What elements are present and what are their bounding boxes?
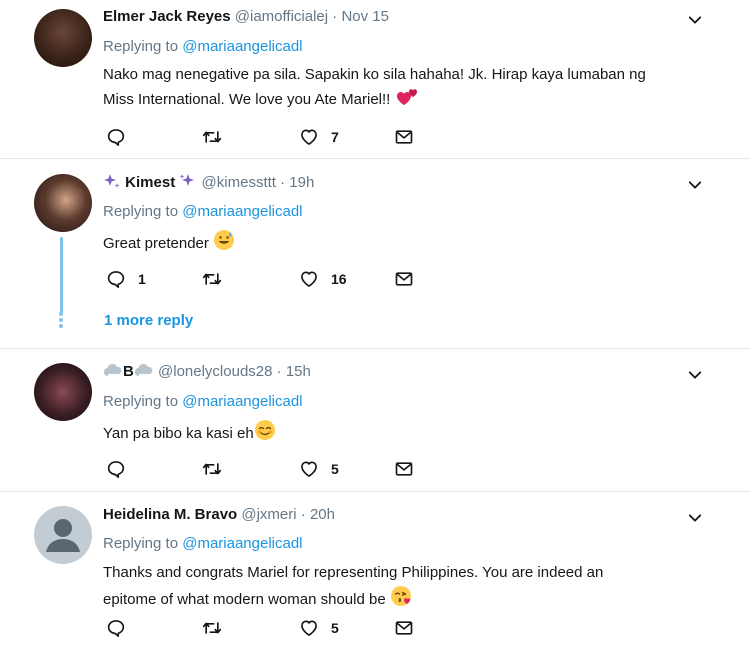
reply-icon[interactable] — [106, 459, 126, 479]
tweet-text: Nako mag nenegative pa sila. Sapakin ko … — [103, 66, 646, 108]
avatar[interactable] — [34, 363, 92, 421]
kissing-heart-icon — [390, 586, 411, 606]
tweet-text: Great pretender — [103, 229, 713, 256]
retweet-icon[interactable] — [201, 618, 223, 638]
author-handle[interactable]: @kimessttt — [202, 174, 276, 191]
replying-to-link[interactable]: @mariaangelicadl — [182, 203, 302, 220]
tweet-time[interactable]: · 20h — [301, 506, 335, 523]
two-hearts-icon — [396, 89, 417, 105]
dm-button[interactable] — [394, 459, 414, 479]
retweet-icon[interactable] — [201, 269, 223, 289]
default-avatar-icon — [46, 519, 80, 552]
tweet-actions: 5 — [106, 618, 426, 638]
grinning-sweat-icon — [214, 230, 235, 250]
tweet-time[interactable]: · 15h — [277, 363, 311, 380]
author-name[interactable]: Kimest — [125, 174, 175, 191]
replying-to: Replying to @mariaangelicadl — [103, 393, 303, 410]
like-button[interactable]: 16 — [299, 269, 347, 289]
dm-icon[interactable] — [394, 459, 414, 479]
author-name[interactable]: Heidelina M. Bravo — [103, 506, 237, 523]
cloud-icon — [103, 363, 122, 377]
like-count: 5 — [331, 620, 339, 636]
replying-to-link[interactable]: @mariaangelicadl — [182, 535, 302, 552]
more-replies-link[interactable]: 1 more reply — [104, 312, 193, 329]
chevron-down-icon[interactable] — [686, 176, 704, 194]
tweet-actions: 7 — [106, 127, 426, 147]
like-count: 7 — [331, 129, 339, 145]
replying-to-link[interactable]: @mariaangelicadl — [182, 393, 302, 410]
thread-dots — [59, 312, 64, 330]
reply-button[interactable]: 1 — [106, 269, 146, 289]
tweet-text: Yan pa bibo ka kasi eh — [103, 419, 713, 446]
reply-icon[interactable] — [106, 269, 126, 289]
chevron-down-icon[interactable] — [686, 509, 704, 527]
tweet[interactable]: Elmer Jack Reyes @iamofficialej · Nov 15… — [0, 0, 750, 159]
dm-icon[interactable] — [394, 127, 414, 147]
sparkles-icon — [104, 174, 120, 188]
replying-to: Replying to @mariaangelicadl — [103, 38, 303, 55]
tweet-header: Elmer Jack Reyes @iamofficialej · Nov 15 — [103, 8, 389, 25]
avatar[interactable] — [34, 506, 92, 564]
tweet-header: Heidelina M. Bravo @jxmeri · 20h — [103, 506, 335, 523]
tweet-actions: 5 — [106, 459, 426, 479]
retweet-icon[interactable] — [201, 127, 223, 147]
cloud-icon — [134, 363, 153, 377]
like-button[interactable]: 5 — [299, 459, 339, 479]
dm-button[interactable] — [394, 127, 414, 147]
tweet[interactable]: B @lonelyclouds28 · 15h Replying to @mar… — [0, 349, 750, 492]
retweet-icon[interactable] — [201, 459, 223, 479]
tweet-text: Thanks and congrats Mariel for represent… — [103, 564, 604, 608]
author-name[interactable]: B — [123, 363, 134, 380]
replying-to: Replying to @mariaangelicadl — [103, 535, 303, 552]
tweet-time[interactable]: · 19h — [280, 174, 314, 191]
like-count: 16 — [331, 271, 347, 287]
retweet-button[interactable] — [201, 618, 235, 638]
retweet-button[interactable] — [201, 127, 235, 147]
avatar[interactable] — [34, 9, 92, 67]
tweet[interactable]: Heidelina M. Bravo @jxmeri · 20h Replyin… — [0, 492, 750, 651]
like-button[interactable]: 7 — [299, 127, 339, 147]
reply-button[interactable] — [106, 127, 138, 147]
author-handle[interactable]: @iamofficialej — [235, 8, 328, 25]
like-count: 5 — [331, 461, 339, 477]
like-icon[interactable] — [299, 269, 319, 289]
author-handle[interactable]: @jxmeri — [241, 506, 296, 523]
relieved-face-icon — [254, 420, 275, 440]
dm-button[interactable] — [394, 618, 414, 638]
author-name[interactable]: Elmer Jack Reyes — [103, 8, 231, 25]
retweet-button[interactable] — [201, 459, 235, 479]
dm-icon[interactable] — [394, 618, 414, 638]
reply-icon[interactable] — [106, 618, 126, 638]
dm-button[interactable] — [394, 269, 414, 289]
tweet[interactable]: Kimest @kimessttt · 19h Replying to @mar… — [0, 159, 750, 349]
dm-icon[interactable] — [394, 269, 414, 289]
author-handle[interactable]: @lonelyclouds28 — [158, 363, 272, 380]
retweet-button[interactable] — [201, 269, 235, 289]
reply-count: 1 — [138, 271, 146, 287]
sparkles-icon — [179, 174, 195, 186]
replying-to-link[interactable]: @mariaangelicadl — [182, 38, 302, 55]
like-icon[interactable] — [299, 618, 319, 638]
tweet-time[interactable]: · Nov 15 — [332, 8, 389, 25]
reply-icon[interactable] — [106, 127, 126, 147]
like-icon[interactable] — [299, 459, 319, 479]
like-icon[interactable] — [299, 127, 319, 147]
like-button[interactable]: 5 — [299, 618, 339, 638]
avatar[interactable] — [34, 174, 92, 232]
replying-to: Replying to @mariaangelicadl — [103, 203, 303, 220]
thread-line — [60, 237, 63, 313]
reply-button[interactable] — [106, 618, 138, 638]
tweet-actions: 1 16 — [106, 269, 426, 289]
chevron-down-icon[interactable] — [686, 11, 704, 29]
chevron-down-icon[interactable] — [686, 366, 704, 384]
tweet-header: B @lonelyclouds28 · 15h — [103, 363, 311, 380]
tweet-header: Kimest @kimessttt · 19h — [103, 173, 314, 191]
reply-button[interactable] — [106, 459, 138, 479]
